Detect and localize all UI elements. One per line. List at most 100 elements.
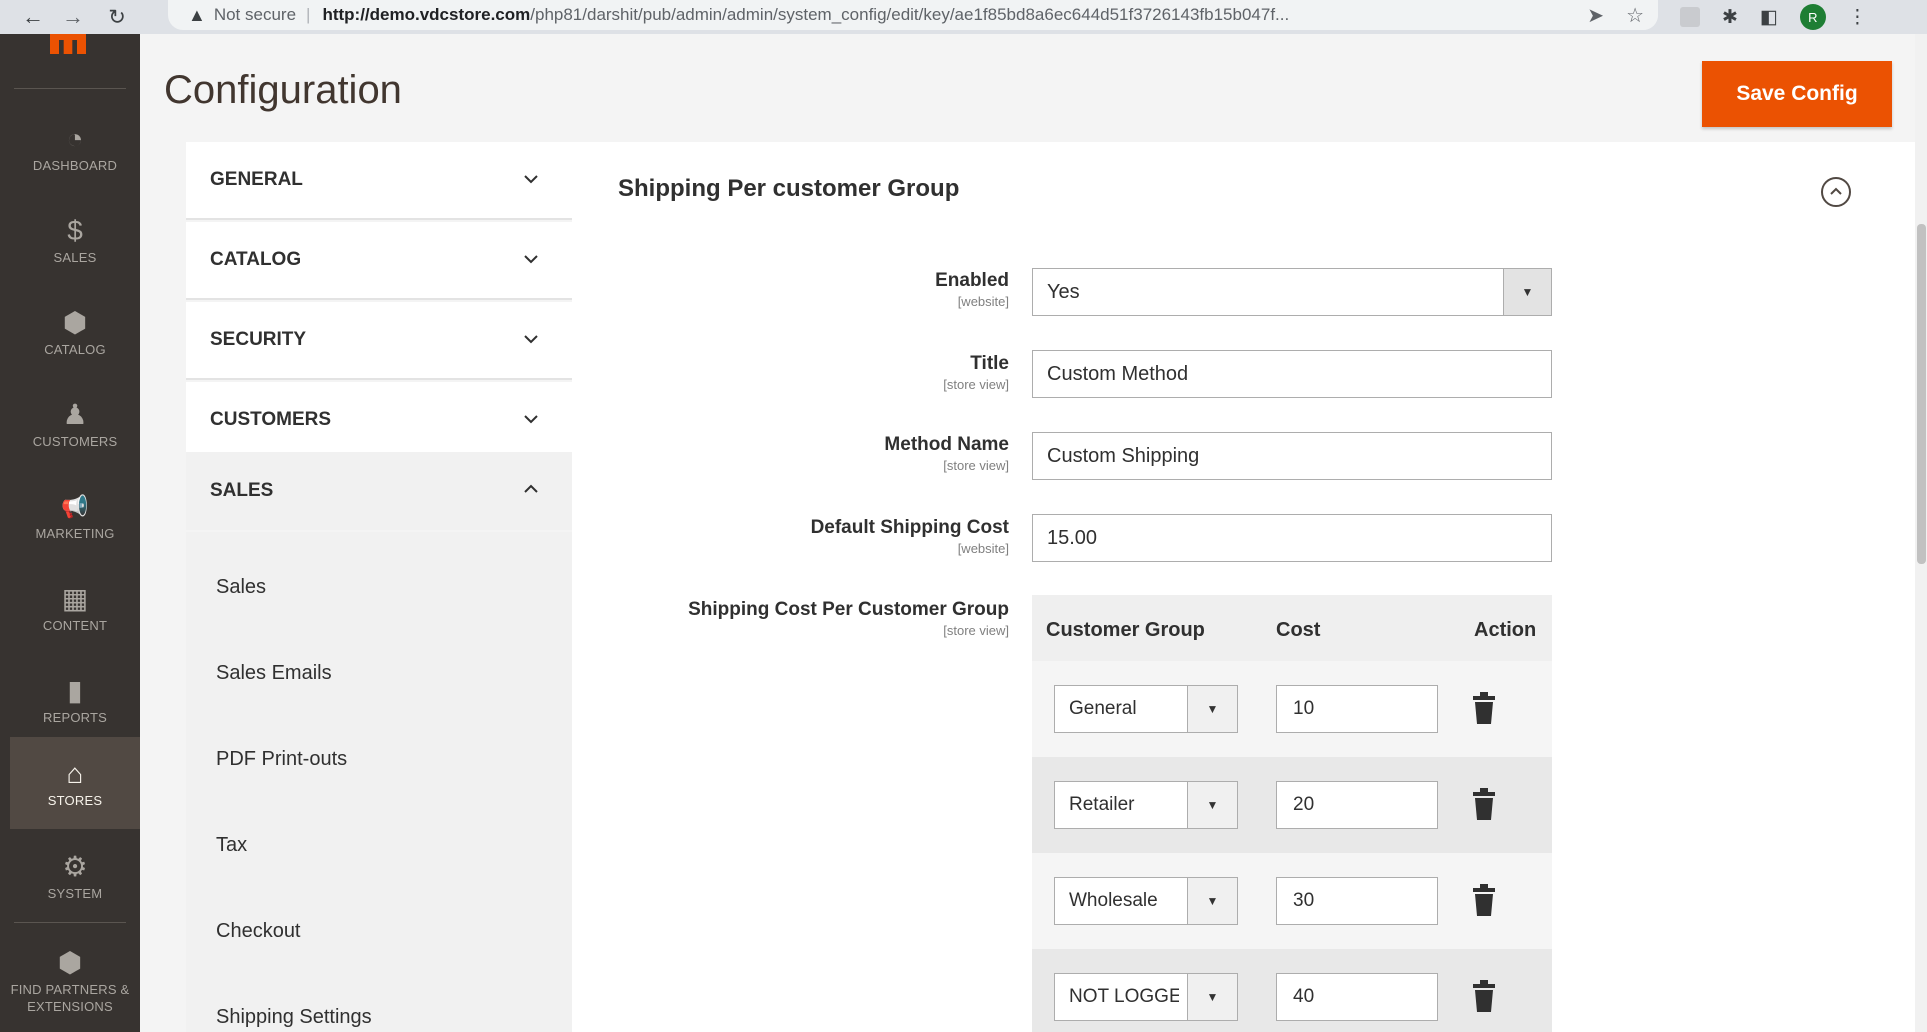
chevron-down-icon bbox=[520, 328, 542, 350]
subnav-item-checkout[interactable]: Checkout bbox=[216, 920, 301, 943]
profile-avatar[interactable]: R bbox=[1799, 4, 1826, 30]
config-navigation: GENERAL CATALOG SECURITY CUSTOMERS SALES… bbox=[186, 142, 572, 1032]
table-row: Wholesale ▼ 30 bbox=[1032, 853, 1552, 949]
chevron-down-icon bbox=[520, 248, 542, 270]
title-input[interactable]: Custom Method bbox=[1032, 350, 1552, 398]
menu-label: SALES bbox=[53, 249, 97, 265]
extension-icon[interactable] bbox=[1680, 7, 1700, 27]
menu-item-content[interactable]: ▦ CONTENT bbox=[10, 562, 140, 654]
nav-section-label: CUSTOMERS bbox=[210, 409, 332, 430]
table-row: NOT LOGGED IN ▼ 40 bbox=[1032, 949, 1552, 1032]
trash-icon[interactable] bbox=[1472, 979, 1496, 1013]
gear-icon: ⚙ bbox=[62, 850, 88, 882]
menu-item-dashboard[interactable]: ◔ DASHBOARD bbox=[10, 102, 140, 194]
page-scrollbar[interactable] bbox=[1915, 34, 1927, 1032]
enabled-select[interactable]: Yes ▼ bbox=[1032, 268, 1552, 316]
subnav-item-sales[interactable]: Sales bbox=[216, 576, 266, 599]
customer-group-select[interactable]: General ▼ bbox=[1054, 685, 1238, 733]
person-icon: ♟ bbox=[62, 398, 88, 430]
nav-section-security[interactable]: SECURITY bbox=[186, 302, 572, 380]
menu-item-marketing[interactable]: 📢 MARKETING bbox=[10, 470, 140, 562]
trash-icon[interactable] bbox=[1472, 883, 1496, 917]
store-icon: ⌂ bbox=[66, 757, 84, 789]
section-title[interactable]: Shipping Per customer Group bbox=[618, 175, 959, 203]
collapse-section-button[interactable] bbox=[1821, 177, 1851, 207]
nav-section-catalog[interactable]: CATALOG bbox=[186, 222, 572, 300]
chevron-up-icon bbox=[520, 478, 542, 500]
enabled-scope: [website] bbox=[957, 294, 1009, 309]
dollar-icon: $ bbox=[67, 214, 83, 246]
default-cost-value: 15.00 bbox=[1047, 526, 1098, 549]
scrollbar-thumb[interactable] bbox=[1917, 224, 1926, 564]
select-arrow-icon: ▼ bbox=[1503, 269, 1551, 315]
nav-section-general[interactable]: GENERAL bbox=[186, 142, 572, 220]
customer-group-value: Retailer bbox=[1069, 794, 1135, 815]
customer-group-select[interactable]: NOT LOGGED IN ▼ bbox=[1054, 973, 1238, 1021]
trash-icon[interactable] bbox=[1472, 787, 1496, 821]
grid-header-cost: Cost bbox=[1276, 619, 1321, 641]
url-host: http://demo.vdcstore.com bbox=[322, 5, 531, 24]
cost-value: 10 bbox=[1293, 698, 1315, 719]
cost-value: 20 bbox=[1293, 794, 1315, 815]
default-cost-input[interactable]: 15.00 bbox=[1032, 514, 1552, 562]
chevron-down-icon bbox=[520, 168, 542, 190]
customer-group-value: Wholesale bbox=[1069, 890, 1158, 911]
reload-icon[interactable]: ↻ bbox=[102, 2, 132, 32]
cost-input[interactable]: 10 bbox=[1276, 685, 1438, 733]
menu-divider bbox=[14, 88, 126, 89]
dashboard-icon: ◔ bbox=[66, 122, 84, 154]
customer-group-value: General bbox=[1069, 698, 1137, 719]
address-bar[interactable]: ▲ Not secure | http://demo.vdcstore.com /… bbox=[168, 0, 1658, 30]
menu-item-customers[interactable]: ♟ CUSTOMERS bbox=[10, 378, 140, 470]
method-name-value: Custom Shipping bbox=[1047, 444, 1200, 467]
magento-logo-icon[interactable] bbox=[50, 34, 86, 54]
menu-item-system[interactable]: ⚙ SYSTEM bbox=[10, 830, 140, 922]
table-row: Retailer ▼ 20 bbox=[1032, 757, 1552, 853]
method-name-label: Method Name bbox=[884, 434, 1009, 455]
url-path: /php81/darshit/pub/admin/admin/system_co… bbox=[530, 5, 1290, 24]
select-arrow-icon: ▼ bbox=[1187, 974, 1237, 1020]
menu-label: CONTENT bbox=[42, 617, 108, 633]
menu-item-find-partners[interactable]: ⬢ FIND PARTNERS & EXTENSIONS bbox=[0, 930, 140, 1032]
box-icon: ⬢ bbox=[62, 306, 88, 338]
kebab-menu-icon[interactable]: ⋮ bbox=[1848, 6, 1867, 29]
customer-group-grid: Customer Group Cost Action General ▼ 10 … bbox=[1032, 595, 1552, 1032]
grid-header-group: Customer Group bbox=[1046, 619, 1205, 641]
subnav-item-sales-emails[interactable]: Sales Emails bbox=[216, 662, 332, 685]
enabled-value: Yes bbox=[1047, 280, 1080, 303]
back-arrow-icon[interactable]: ← bbox=[18, 2, 48, 32]
security-label: Not secure bbox=[213, 5, 297, 24]
bookmark-star-icon[interactable]: ☆ bbox=[1626, 3, 1644, 28]
menu-item-stores[interactable]: ⌂ STORES bbox=[10, 737, 140, 829]
cost-input[interactable]: 20 bbox=[1276, 781, 1438, 829]
puzzle-icon[interactable]: ✱ bbox=[1722, 6, 1738, 29]
cost-input[interactable]: 40 bbox=[1276, 973, 1438, 1021]
menu-item-catalog[interactable]: ⬢ CATALOG bbox=[10, 286, 140, 378]
method-name-input[interactable]: Custom Shipping bbox=[1032, 432, 1552, 480]
nav-section-label: GENERAL bbox=[210, 169, 303, 190]
menu-item-reports[interactable]: ▮ REPORTS bbox=[10, 654, 140, 746]
menu-item-sales[interactable]: $ SALES bbox=[10, 194, 140, 286]
nav-section-sales[interactable]: SALES bbox=[186, 452, 572, 530]
select-arrow-icon: ▼ bbox=[1187, 686, 1237, 732]
cost-value: 30 bbox=[1293, 890, 1315, 911]
save-config-button[interactable]: Save Config bbox=[1702, 61, 1892, 127]
menu-label: SYSTEM bbox=[47, 885, 103, 901]
subnav-item-shipping-settings[interactable]: Shipping Settings bbox=[216, 1006, 372, 1029]
trash-icon[interactable] bbox=[1472, 691, 1496, 725]
customer-group-select[interactable]: Retailer ▼ bbox=[1054, 781, 1238, 829]
warning-icon: ▲ bbox=[188, 4, 206, 25]
title-label: Title bbox=[970, 353, 1009, 374]
side-panel-icon[interactable]: ◧ bbox=[1760, 6, 1778, 29]
url-separator: | bbox=[306, 5, 311, 24]
customer-group-select[interactable]: Wholesale ▼ bbox=[1054, 877, 1238, 925]
menu-label: CATALOG bbox=[44, 341, 106, 357]
partners-box-icon: ⬢ bbox=[57, 947, 83, 978]
subnav-item-pdf-printouts[interactable]: PDF Print-outs bbox=[216, 748, 347, 771]
cost-input[interactable]: 30 bbox=[1276, 877, 1438, 925]
share-icon[interactable]: ➤ bbox=[1587, 3, 1604, 28]
forward-arrow-icon[interactable]: → bbox=[58, 2, 88, 32]
menu-divider bbox=[14, 922, 126, 923]
nav-section-customers[interactable]: CUSTOMERS bbox=[186, 382, 572, 460]
subnav-item-tax[interactable]: Tax bbox=[216, 834, 247, 857]
